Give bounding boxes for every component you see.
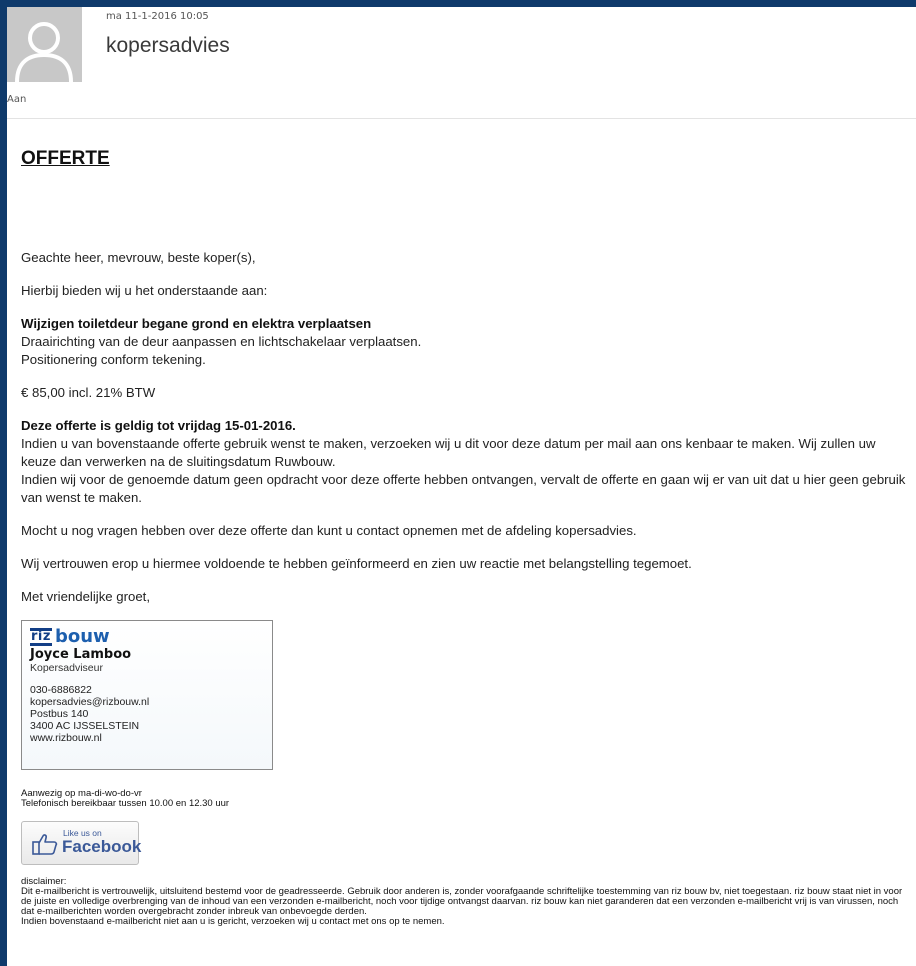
trust-text: Wij vertrouwen erop u hiermee voldoende … <box>21 556 692 571</box>
offer-title: OFFERTE <box>21 148 110 169</box>
signature-phone: 030-6886822 <box>30 684 92 696</box>
item-title: Wijzigen toiletdeur begane grond en elek… <box>21 316 372 331</box>
item-description: Draairichting van de deur aanpassen en l… <box>21 334 422 349</box>
email-body: OFFERTE Geachte heer, mevrouw, beste kop… <box>21 147 913 927</box>
signature-role: Kopersadviseur <box>30 662 103 674</box>
email-datetime: ma 11-1-2016 10:05 <box>106 11 209 22</box>
logo-riz: riz <box>30 628 52 646</box>
signature-website-link[interactable]: www.rizbouw.nl <box>30 732 264 744</box>
validity-instructions: Indien u van bovenstaande offerte gebrui… <box>21 436 876 469</box>
facebook-like-button[interactable]: Like us on Facebook <box>21 821 142 865</box>
disclaimer-contact: Indien bovenstaand e-mailbericht niet aa… <box>21 916 445 927</box>
validity-title: Deze offerte is geldig tot vrijdag 15-01… <box>21 418 296 433</box>
riz-bouw-logo: riz bouw <box>30 627 264 647</box>
intro-text: Hierbij bieden wij u het onderstaande aa… <box>21 283 268 298</box>
item-positioning: Positionering conform tekening. <box>21 352 206 367</box>
availability: Aanwezig op ma-di-wo-do-vr Telefonisch b… <box>21 789 913 809</box>
email-header: ma 11-1-2016 10:05 kopersadvies Aan <box>7 7 916 119</box>
closing-text: Met vriendelijke groet, <box>21 589 151 604</box>
thumbs-up-icon <box>32 833 58 860</box>
questions-text: Mocht u nog vragen hebben over deze offe… <box>21 523 637 538</box>
signature-email-link[interactable]: kopersadvies@rizbouw.nl <box>30 696 264 708</box>
email-sender[interactable]: kopersadvies <box>106 34 230 58</box>
disclaimer-text: Dit e-mailbericht is vertrouwelijk, uits… <box>21 886 903 917</box>
signature-city: 3400 AC IJSSELSTEIN <box>30 720 140 732</box>
offer-price: € 85,00 incl. 21% BTW <box>21 385 156 400</box>
availability-phone-hours: Telefonisch bereikbaar tussen 10.00 en 1… <box>21 798 230 809</box>
validity-expiry: Indien wij voor de genoemde datum geen o… <box>21 472 906 505</box>
facebook-name: Facebook <box>62 837 142 856</box>
signature-name: Joyce Lamboo <box>30 647 132 662</box>
disclaimer: disclaimer: Dit e-mailbericht is vertrou… <box>21 877 913 927</box>
greeting: Geachte heer, mevrouw, beste koper(s), <box>21 250 256 265</box>
email-window: ma 11-1-2016 10:05 kopersadvies Aan OFFE… <box>7 7 916 966</box>
signature-postbus: Postbus 140 <box>30 708 89 720</box>
sender-avatar-icon <box>7 7 82 82</box>
logo-bouw: bouw <box>54 626 110 647</box>
email-signature: riz bouw Joyce Lamboo Kopersadviseur 030-… <box>21 620 273 770</box>
to-label: Aan <box>7 94 27 105</box>
